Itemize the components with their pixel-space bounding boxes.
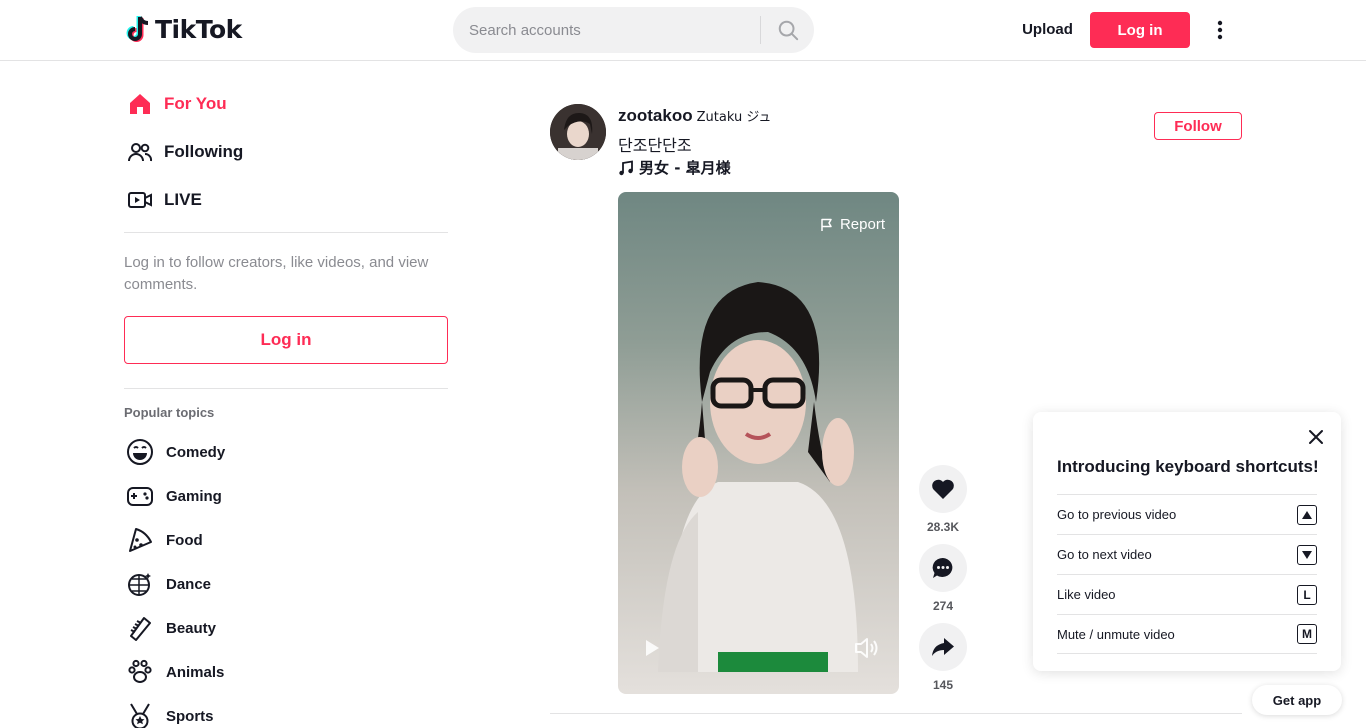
play-icon[interactable]: [642, 638, 662, 658]
heart-icon: [932, 479, 954, 499]
upload-button[interactable]: Upload: [1010, 12, 1085, 47]
dance-icon: [124, 568, 156, 600]
keyboard-shortcuts-popup: Introducing keyboard shortcuts! Go to pr…: [1033, 412, 1341, 671]
topic-label: Sports: [166, 707, 214, 725]
flag-icon: [821, 218, 832, 231]
topic-beauty[interactable]: Beauty: [124, 610, 216, 646]
shortcut-row: Mute / unmute video M: [1057, 614, 1317, 654]
live-icon: [124, 184, 156, 216]
nav-live[interactable]: LIVE: [124, 180, 202, 220]
video-frame-image: [658, 282, 858, 672]
sidebar-divider: [124, 232, 448, 233]
tiktok-logo[interactable]: TikTok: [126, 14, 242, 44]
follow-button[interactable]: Follow: [1154, 112, 1242, 140]
more-vertical-icon: [1217, 20, 1223, 40]
nav-for-you[interactable]: For You: [124, 84, 227, 124]
top-bar: TikTok Upload Log in: [0, 0, 1366, 61]
like-button[interactable]: [919, 465, 967, 513]
topic-label: Animals: [166, 663, 225, 681]
gaming-icon: [124, 480, 156, 512]
shortcuts-title: Introducing keyboard shortcuts!: [1057, 457, 1319, 476]
sports-icon: [124, 700, 156, 728]
author-line: zootakoo Zutaku ジュ: [618, 106, 771, 126]
shortcut-key: M: [1297, 624, 1317, 644]
like-count: 28.3K: [926, 520, 960, 534]
shortcut-label: Mute / unmute video: [1057, 626, 1175, 642]
search-icon: [778, 20, 798, 41]
search-button[interactable]: [761, 7, 814, 53]
post-divider: [550, 713, 1242, 714]
nav-label: LIVE: [164, 190, 202, 209]
topic-label: Beauty: [166, 619, 217, 637]
share-icon: [932, 638, 954, 656]
music-note-icon: [619, 159, 633, 175]
food-icon: [124, 524, 156, 556]
topic-food[interactable]: Food: [124, 522, 203, 558]
shortcut-row: Go to previous video: [1057, 494, 1317, 534]
logo-text: TikTok: [155, 14, 242, 44]
search-input[interactable]: [469, 7, 759, 53]
post-caption: 단조단단조: [618, 136, 692, 155]
sidebar-divider: [124, 388, 448, 389]
music-title: 男女 - 皐月様: [639, 159, 731, 177]
nav-following[interactable]: Following: [124, 132, 243, 172]
report-label: Report: [839, 216, 885, 233]
shortcut-row: Like video L: [1057, 574, 1317, 614]
topic-gaming[interactable]: Gaming: [124, 478, 222, 514]
arrow-down-key-icon: [1297, 544, 1317, 565]
header-login-button[interactable]: Log in: [1090, 12, 1190, 48]
home-icon: [124, 88, 156, 120]
topic-label: Comedy: [166, 443, 226, 461]
shortcut-label: Go to next video: [1057, 547, 1152, 562]
nav-label: Following: [164, 142, 244, 161]
topic-comedy[interactable]: Comedy: [124, 434, 225, 470]
shortcut-label: Go to previous video: [1057, 507, 1177, 522]
topic-label: Gaming: [166, 487, 222, 505]
tiktok-logo-icon: [126, 16, 149, 42]
author-username[interactable]: zootakoo: [618, 106, 693, 126]
users-icon: [124, 136, 156, 168]
topic-label: Dance: [166, 575, 212, 593]
author-avatar[interactable]: [550, 104, 606, 160]
music-link[interactable]: 男女 - 皐月様: [618, 157, 731, 178]
shortcut-key: L: [1297, 584, 1317, 605]
topic-sports[interactable]: Sports: [124, 698, 214, 728]
volume-icon[interactable]: [854, 636, 880, 660]
topic-label: Food: [166, 531, 203, 549]
shortcut-row: Go to next video: [1057, 534, 1317, 574]
report-button[interactable]: Report: [820, 216, 885, 233]
sidebar-login-button[interactable]: Log in: [124, 316, 448, 364]
arrow-up-key-icon: [1297, 504, 1317, 525]
popular-topics-heading: Popular topics: [124, 405, 215, 420]
avatar-image: [550, 104, 606, 160]
comedy-icon: [124, 436, 156, 468]
get-app-button[interactable]: Get app: [1252, 685, 1342, 715]
more-options-button[interactable]: [1208, 16, 1232, 44]
comment-count: 274: [932, 599, 954, 613]
author-nickname: Zutaku ジュ: [696, 110, 772, 125]
video-player[interactable]: Report: [618, 192, 899, 694]
login-prompt-text: Log in to follow creators, like videos, …: [124, 254, 429, 293]
comment-button[interactable]: [919, 544, 967, 592]
beauty-icon: [124, 612, 156, 644]
search-bar: [453, 7, 814, 53]
share-count: 145: [932, 678, 954, 692]
comment-icon: [932, 557, 953, 578]
share-button[interactable]: [919, 623, 967, 671]
topic-dance[interactable]: Dance: [124, 566, 211, 602]
topic-animals[interactable]: Animals: [124, 654, 224, 690]
nav-label: For You: [164, 94, 227, 113]
animals-icon: [124, 656, 156, 688]
close-icon[interactable]: [1307, 428, 1325, 446]
shortcut-label: Like video: [1057, 587, 1116, 602]
